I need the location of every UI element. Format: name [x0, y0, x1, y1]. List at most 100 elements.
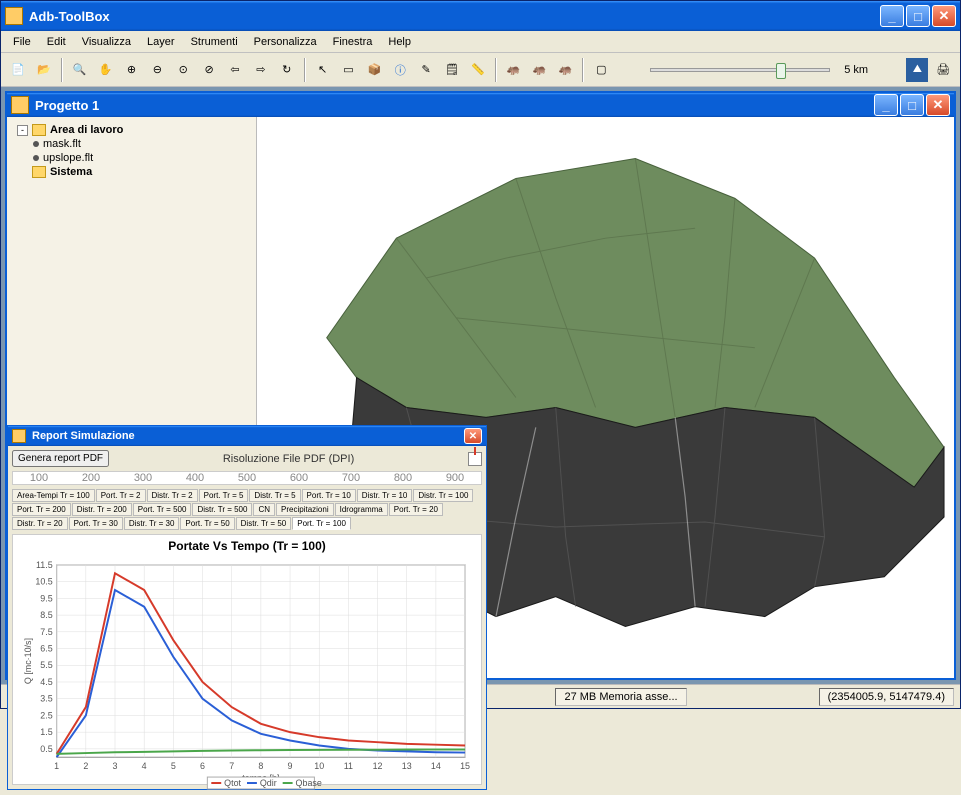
- dpi-ruler[interactable]: 100 200 300 400 500 600 700 800 900: [12, 471, 482, 485]
- slider-thumb[interactable]: [776, 63, 786, 79]
- status-coords: (2354005.9, 5147479.4): [819, 688, 954, 706]
- print-icon[interactable]: 🖨: [932, 58, 954, 82]
- maximize-button[interactable]: □: [906, 5, 930, 27]
- report-dialog[interactable]: Report Simulazione ✕ Genera report PDF R…: [7, 425, 487, 790]
- report-icon: [12, 429, 26, 443]
- report-tab[interactable]: Port. Tr = 200: [12, 503, 71, 516]
- report-tab[interactable]: Distr. Tr = 2: [147, 489, 198, 502]
- report-tab[interactable]: Distr. Tr = 200: [72, 503, 132, 516]
- zoom-sel-icon[interactable]: ⊘: [198, 58, 220, 82]
- report-tab[interactable]: Port. Tr = 2: [96, 489, 146, 502]
- pan-icon[interactable]: ✋: [95, 58, 117, 82]
- layer-icon: [33, 155, 39, 161]
- menu-visualizza[interactable]: Visualizza: [76, 34, 137, 50]
- svg-text:4: 4: [142, 761, 147, 771]
- tree-item-mask[interactable]: mask.flt: [13, 137, 250, 151]
- zoom-in-icon[interactable]: 🔍: [69, 58, 91, 82]
- pointer-icon[interactable]: ↖: [312, 58, 334, 82]
- report-titlebar[interactable]: Report Simulazione ✕: [8, 426, 486, 446]
- zoom-layer-icon[interactable]: ⊙: [172, 58, 194, 82]
- main-titlebar[interactable]: Adb-ToolBox _ □ ✕: [1, 1, 960, 31]
- report-tab[interactable]: Precipitazioni: [276, 503, 334, 516]
- zoom-out-icon[interactable]: ⊖: [146, 58, 168, 82]
- report-tab[interactable]: Distr. Tr = 50: [236, 517, 292, 530]
- tree-item-upslope[interactable]: upslope.flt: [13, 151, 250, 165]
- svg-text:Qbase: Qbase: [296, 778, 322, 788]
- svg-text:12: 12: [373, 761, 383, 771]
- report-tab[interactable]: Port. Tr = 100: [292, 517, 351, 530]
- layer-icon: [33, 141, 39, 147]
- window-icon[interactable]: ▢: [590, 58, 612, 82]
- report-tab[interactable]: Port. Tr = 5: [199, 489, 249, 502]
- collapse-icon[interactable]: -: [17, 125, 28, 136]
- report-tab[interactable]: Distr. Tr = 10: [357, 489, 413, 502]
- prev-icon[interactable]: ⇦: [224, 58, 246, 82]
- zoom-extent-icon[interactable]: ⊕: [121, 58, 143, 82]
- next-icon[interactable]: ⇨: [250, 58, 272, 82]
- new-icon[interactable]: 📄: [7, 58, 29, 82]
- svg-text:5.5: 5.5: [40, 660, 52, 670]
- close-button[interactable]: ✕: [932, 5, 956, 27]
- measure-icon[interactable]: 📏: [467, 58, 489, 82]
- svg-text:1.5: 1.5: [40, 727, 52, 737]
- menu-personalizza[interactable]: Personalizza: [248, 34, 323, 50]
- svg-text:0.5: 0.5: [40, 744, 52, 754]
- menu-layer[interactable]: Layer: [141, 34, 181, 50]
- report-tab[interactable]: Port. Tr = 30: [69, 517, 123, 530]
- menu-finestra[interactable]: Finestra: [327, 34, 379, 50]
- svg-text:10.5: 10.5: [35, 577, 52, 587]
- chart-title: Portate Vs Tempo (Tr = 100): [13, 535, 481, 553]
- menu-help[interactable]: Help: [382, 34, 417, 50]
- report-tab[interactable]: Distr. Tr = 500: [192, 503, 252, 516]
- svg-text:3.5: 3.5: [40, 694, 52, 704]
- select-icon[interactable]: ▭: [338, 58, 360, 82]
- info-icon[interactable]: ⓘ: [389, 58, 411, 82]
- report-tab[interactable]: Distr. Tr = 100: [413, 489, 473, 502]
- menu-file[interactable]: File: [7, 34, 37, 50]
- svg-text:8: 8: [258, 761, 263, 771]
- report-tab[interactable]: Port. Tr = 500: [133, 503, 192, 516]
- report-tab[interactable]: Distr. Tr = 30: [124, 517, 180, 530]
- open-icon[interactable]: 📂: [33, 58, 55, 82]
- report-tab[interactable]: Port. Tr = 10: [302, 489, 356, 502]
- project-titlebar[interactable]: Progetto 1 _ □ ✕: [7, 93, 954, 117]
- svg-text:3: 3: [113, 761, 118, 771]
- report-tab[interactable]: Idrogramma: [335, 503, 388, 516]
- hippo2-icon[interactable]: 🦛: [529, 58, 551, 82]
- separator: [582, 58, 584, 82]
- app-icon: [5, 7, 23, 25]
- svg-text:Qdir: Qdir: [260, 778, 277, 788]
- toolbar: 📄 📂 🔍 ✋ ⊕ ⊖ ⊙ ⊘ ⇦ ⇨ ↻ ↖ ▭ 📦 ⓘ ✎ 🗒 📏 🦛 🦛 …: [1, 53, 960, 87]
- note-icon[interactable]: 🗒: [441, 58, 463, 82]
- svg-text:13: 13: [402, 761, 412, 771]
- scale-slider[interactable]: [650, 68, 830, 72]
- report-tab[interactable]: Port. Tr = 50: [180, 517, 234, 530]
- project-title: Progetto 1: [35, 98, 872, 113]
- project-minimize-button[interactable]: _: [874, 94, 898, 116]
- report-close-button[interactable]: ✕: [464, 428, 482, 444]
- report-tab[interactable]: Distr. Tr = 5: [249, 489, 300, 502]
- report-tab[interactable]: Port. Tr = 20: [389, 503, 443, 516]
- minimize-button[interactable]: _: [880, 5, 904, 27]
- tree-root-sistema[interactable]: Sistema: [13, 165, 250, 179]
- box-icon[interactable]: 📦: [363, 58, 385, 82]
- report-tab[interactable]: Distr. Tr = 20: [12, 517, 68, 530]
- tree-root-area[interactable]: - Area di lavoro: [13, 123, 250, 137]
- svg-text:9: 9: [288, 761, 293, 771]
- svg-text:2.5: 2.5: [40, 710, 52, 720]
- menu-strumenti[interactable]: Strumenti: [185, 34, 244, 50]
- refresh-icon[interactable]: ↻: [276, 58, 298, 82]
- hippo3-icon[interactable]: 🦛: [555, 58, 577, 82]
- dpi-pointer-icon[interactable]: [468, 452, 482, 466]
- project-maximize-button[interactable]: □: [900, 94, 924, 116]
- generate-pdf-button[interactable]: Genera report PDF: [12, 450, 109, 467]
- tool-a-icon[interactable]: ⛰: [906, 58, 928, 82]
- report-tab[interactable]: CN: [253, 503, 275, 516]
- menu-edit[interactable]: Edit: [41, 34, 72, 50]
- project-close-button[interactable]: ✕: [926, 94, 950, 116]
- separator: [61, 58, 63, 82]
- report-tab[interactable]: Area-Tempi Tr = 100: [12, 489, 95, 502]
- edit-icon[interactable]: ✎: [415, 58, 437, 82]
- hippo1-icon[interactable]: 🦛: [503, 58, 525, 82]
- chart-svg: 0.51.52.53.54.55.56.57.58.59.510.511.512…: [19, 557, 475, 795]
